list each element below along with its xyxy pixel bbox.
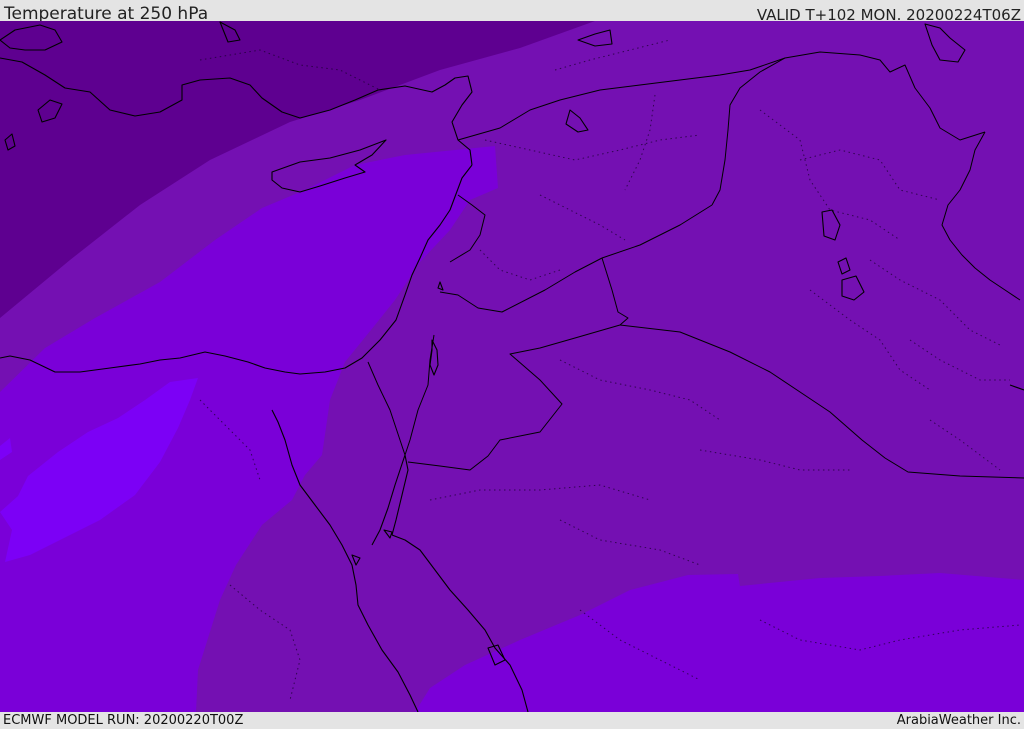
forecast-map-figure: Temperature at 250 hPa VALID T+102 MON. … bbox=[0, 0, 1024, 729]
footer-bar: ECMWF MODEL RUN: 20200220T00Z ArabiaWeat… bbox=[0, 712, 1024, 729]
header-bar: Temperature at 250 hPa VALID T+102 MON. … bbox=[0, 0, 1024, 24]
map-canvas bbox=[0, 21, 1024, 712]
credit-label: ArabiaWeather Inc. bbox=[896, 713, 1021, 728]
model-run-label: ECMWF MODEL RUN: 20200220T00Z bbox=[3, 713, 244, 728]
temperature-map bbox=[0, 21, 1024, 712]
